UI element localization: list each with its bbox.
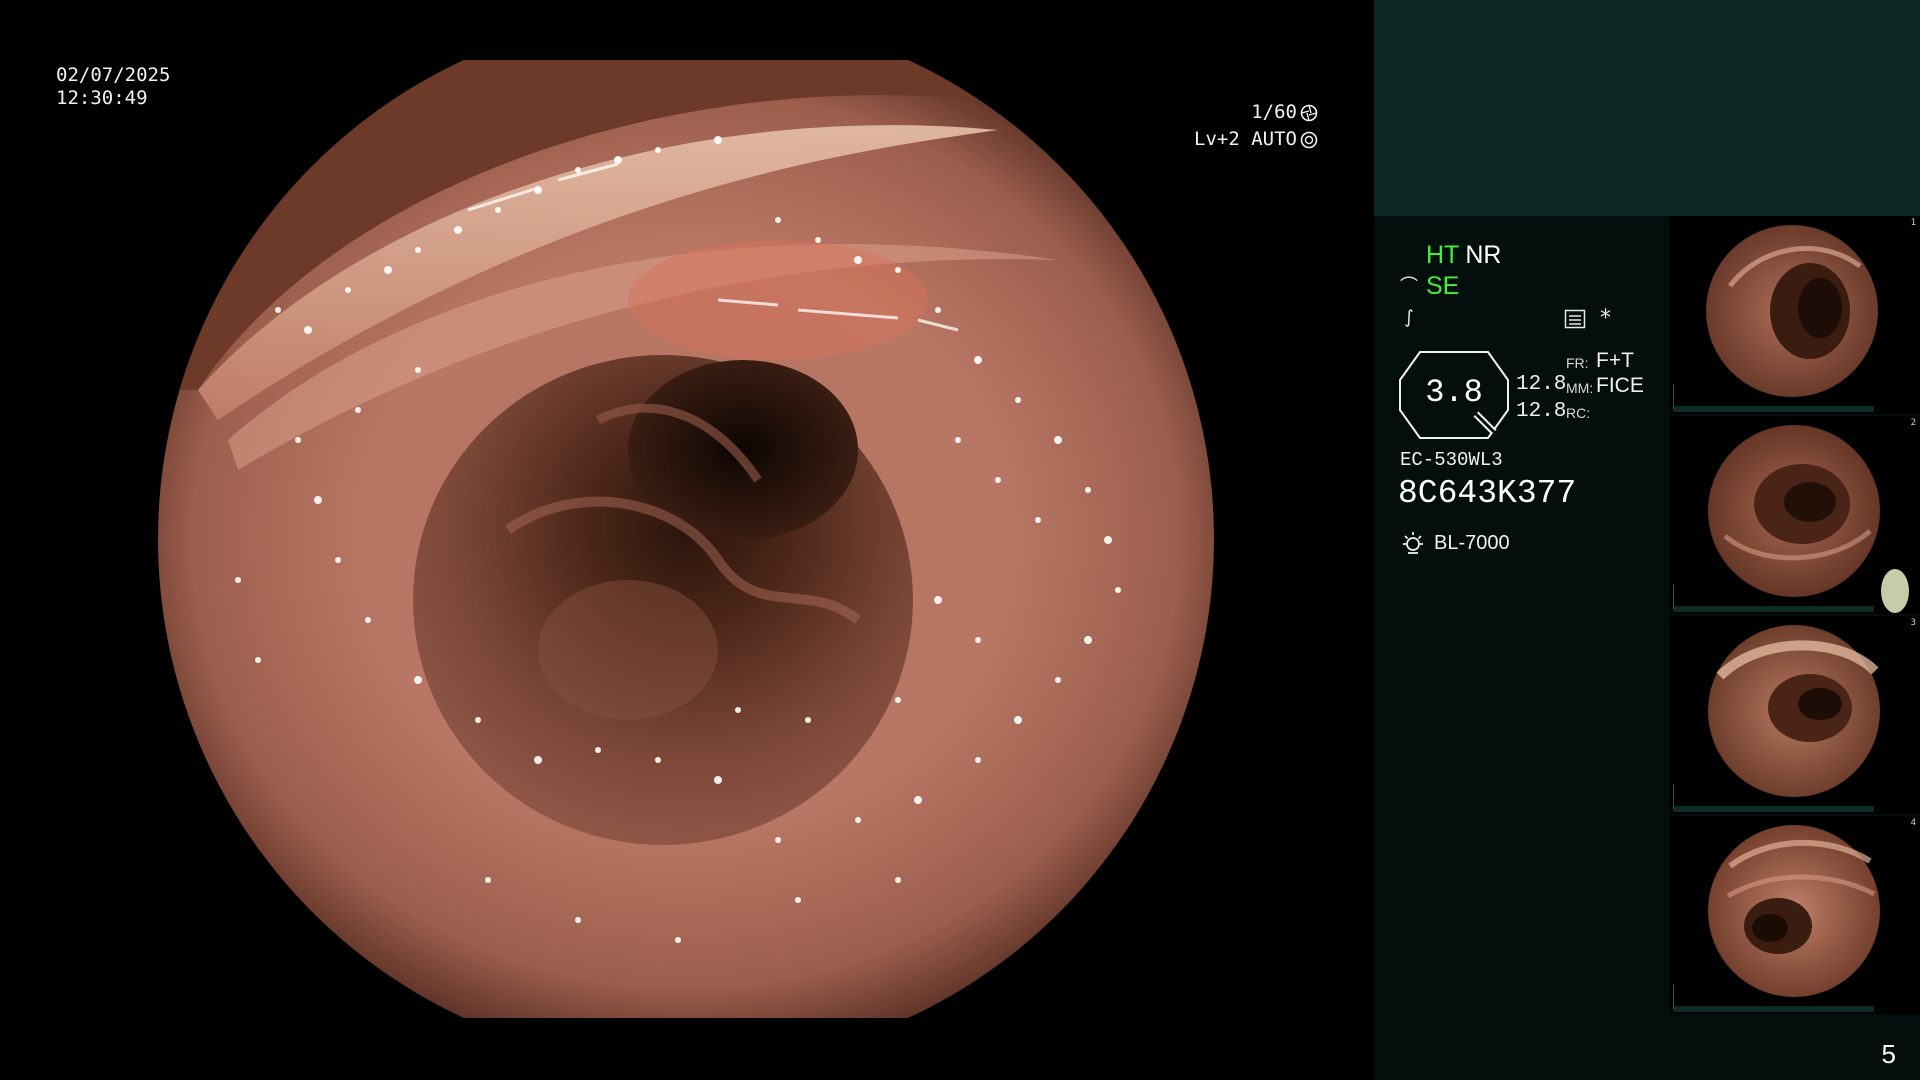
date-time-overlay: 02/07/2025 12:30:49 (56, 64, 170, 110)
panel-header (1374, 0, 1920, 216)
light-source: BL-7000 (1400, 530, 1510, 556)
thumbnail[interactable]: 2 (1670, 416, 1920, 614)
zoom-value: 3.8 (1425, 374, 1483, 411)
page-number: 5 (1881, 1039, 1896, 1069)
endoscope-live-view (158, 60, 1214, 1018)
aperture-icon (1300, 104, 1318, 121)
iris-mode: Lv+2 AUTO (1194, 128, 1297, 150)
thumbnail-image (1706, 225, 1878, 397)
thumbnail-image (1708, 425, 1909, 613)
measurement-2: 12.8 (1516, 400, 1567, 423)
mode-labels: FR: MM: RC: (1566, 351, 1593, 426)
thumbnail[interactable]: 1 (1670, 216, 1920, 414)
thumbnail-index: 4 (1910, 818, 1916, 828)
iris-icon (1300, 131, 1318, 148)
thumbnail-image (1708, 825, 1880, 997)
fr-value: F+T (1596, 349, 1634, 372)
mode-values: F+T FICE (1596, 348, 1644, 398)
thumbnail-image (1708, 625, 1880, 797)
endoscope-image (158, 60, 1214, 1018)
record-list-icon (1564, 309, 1586, 328)
image-mode-status: HT NR ⌒ SE ∫ (1398, 240, 1501, 333)
exam-time: 12:30:49 (56, 87, 148, 109)
mm-value: FICE (1596, 374, 1644, 397)
thumbnail-index: 2 (1910, 418, 1916, 428)
rc-label: RC: (1566, 405, 1591, 421)
captured-thumbnails: 1 2 3 4 (1670, 216, 1920, 1016)
thumbnail-index: 3 (1910, 618, 1916, 628)
scope-tip-icon: ⌒ (1400, 276, 1418, 297)
exposure-overlay: 1/60 Lv+2 AUTO (1194, 99, 1318, 153)
fr-label: FR: (1566, 355, 1589, 371)
ht-label: HT (1426, 241, 1460, 269)
star-icon: * (1600, 306, 1611, 331)
measurement-1: 12.8 (1516, 373, 1567, 396)
zoom-indicator: 3.8 (1398, 350, 1510, 440)
thumbnail-index: 1 (1910, 218, 1916, 228)
scope-model: EC-530WL3 (1400, 449, 1503, 471)
thumbnail[interactable]: 4 (1670, 816, 1920, 1014)
shutter-speed: 1/60 (1251, 101, 1297, 123)
exam-date: 02/07/2025 (56, 64, 171, 86)
light-source-icon (1403, 532, 1423, 554)
mm-label: MM: (1566, 380, 1594, 396)
light-source-model: BL-7000 (1434, 531, 1510, 554)
thumbnail[interactable]: 3 (1670, 616, 1920, 814)
endoscopy-screen: 02/07/2025 12:30:49 1/60 Lv+2 AUTO HT NR (0, 0, 1920, 1080)
scope-serial: 8C643K377 (1398, 475, 1577, 512)
record-icons: * (1564, 306, 1611, 331)
se-label: SE (1426, 272, 1460, 300)
nr-label: NR (1465, 241, 1502, 269)
enhance-curve-icon: ∫ (1404, 307, 1414, 328)
measurements: 12.8 12.8 (1516, 371, 1566, 425)
